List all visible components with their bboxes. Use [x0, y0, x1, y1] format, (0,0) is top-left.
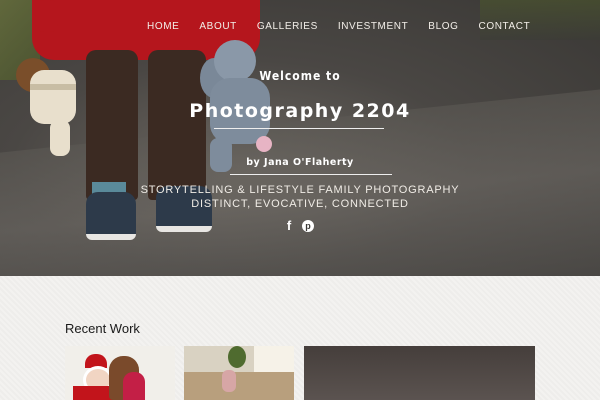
plant: [228, 346, 246, 368]
nav-investment[interactable]: INVESTMENT: [338, 21, 408, 32]
tagline-secondary: DISTINCT, EVOCATIVE, CONNECTED: [191, 198, 409, 210]
bear-stripe: [30, 84, 76, 90]
welcome-heading: Welcome to: [259, 69, 341, 83]
recent-work-title: Recent Work: [65, 321, 140, 336]
hero-banner: HOME ABOUT GALLERIES INVESTMENT BLOG CON…: [0, 0, 600, 276]
byline-underline: [230, 174, 392, 175]
byline: by Jana O'Flaherty: [246, 157, 354, 168]
nav-about[interactable]: ABOUT: [199, 21, 236, 32]
tagline-primary: STORYTELLING & LIFESTYLE FAMILY PHOTOGRA…: [140, 184, 460, 196]
nav-galleries[interactable]: GALLERIES: [257, 21, 318, 32]
sofa: [184, 372, 294, 400]
nav-blog[interactable]: BLOG: [428, 21, 458, 32]
grass-right: [480, 0, 600, 40]
child-figure: [123, 372, 145, 400]
girl-figure: [222, 370, 236, 392]
elephant-foot: [256, 136, 272, 152]
site-title: Photography 2204: [189, 100, 411, 122]
title-underline: [214, 128, 384, 129]
main-nav: HOME ABOUT GALLERIES INVESTMENT BLOG CON…: [147, 21, 550, 32]
social-links: f p: [284, 218, 314, 233]
facebook-icon[interactable]: f: [284, 218, 294, 233]
nav-contact[interactable]: CONTACT: [479, 21, 531, 32]
recent-work-thumb-dark[interactable]: [304, 346, 535, 400]
nav-home[interactable]: HOME: [147, 21, 179, 32]
recent-work-thumb-santa[interactable]: [65, 346, 175, 400]
child-arm: [36, 0, 58, 32]
pinterest-icon[interactable]: p: [302, 219, 314, 232]
bear-leg: [50, 120, 70, 156]
recent-work-thumb-livingroom[interactable]: [184, 346, 294, 400]
